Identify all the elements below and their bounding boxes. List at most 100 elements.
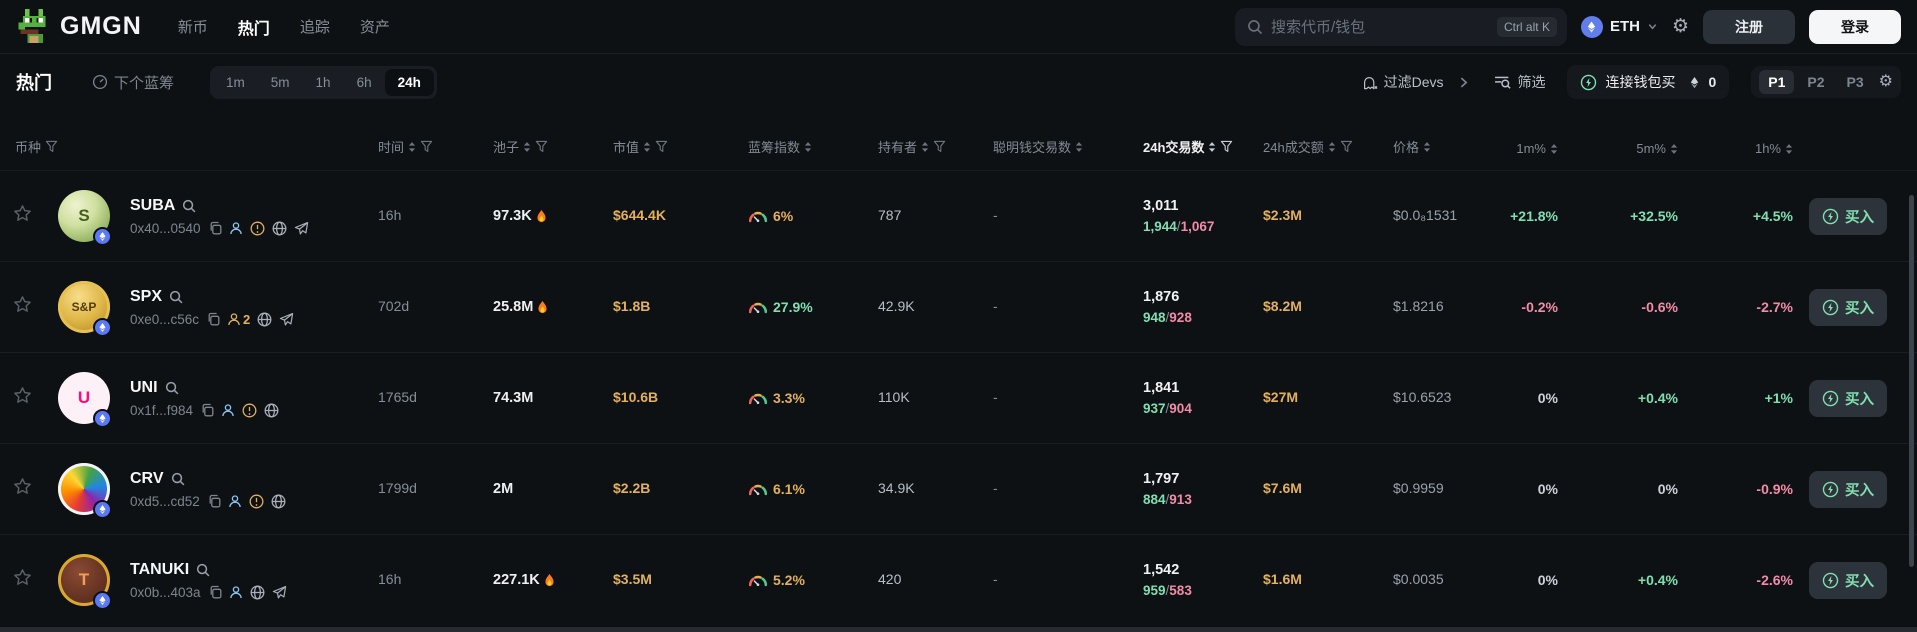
preset-p1[interactable]: P1 [1759,70,1795,94]
preset-p3[interactable]: P3 [1838,70,1873,94]
login-button[interactable]: 登录 [1809,9,1901,44]
sort-icon[interactable] [921,141,929,153]
col-header-h1[interactable]: 1h% [1680,141,1795,156]
buy-button[interactable]: 买入 [1809,561,1887,599]
flame-icon[interactable] [536,300,549,315]
connect-wallet-button[interactable]: 连接钱包买 0 [1567,65,1730,99]
col-header-age[interactable]: 时间 [370,137,485,156]
buy-button[interactable]: 买入 [1809,379,1887,417]
sort-icon[interactable] [1423,141,1431,153]
funnel-icon[interactable] [535,140,548,153]
lightning-icon[interactable] [1822,299,1839,316]
flame-icon[interactable] [535,209,548,224]
lightning-icon[interactable] [1822,481,1839,498]
lightning-icon[interactable] [1822,390,1839,407]
person-icon[interactable] [228,494,242,508]
col-header-smart[interactable]: 聪明钱交易数 [985,137,1135,156]
filter-button[interactable]: 筛选 [1494,72,1545,92]
lightning-icon[interactable] [1822,208,1839,225]
globe-icon[interactable] [272,221,287,236]
token-search-icon[interactable] [165,381,179,395]
sort-icon[interactable] [804,141,812,153]
globe-icon[interactable] [271,494,286,509]
funnel-icon[interactable] [655,140,668,153]
tab-hot[interactable]: 热门 [16,69,52,95]
funnel-icon[interactable] [1220,140,1233,153]
col-header-m5[interactable]: 5m% [1560,141,1680,156]
tab-next-bluechip[interactable]: 下个蓝筹 [92,72,174,93]
register-button[interactable]: 注册 [1703,9,1795,44]
horizontal-scrollbar[interactable] [0,627,1917,632]
vertical-scrollbar[interactable] [1909,195,1914,567]
gauge-icon[interactable] [748,300,768,314]
person-icon[interactable]: 2 [227,312,250,327]
col-header-m1[interactable]: 1m% [1495,141,1560,156]
gauge-icon[interactable] [748,209,768,223]
gauge-icon[interactable] [748,573,768,587]
telegram-icon[interactable] [279,312,294,327]
buy-button[interactable]: 买入 [1809,470,1887,508]
search-input[interactable]: 搜索代币/钱包 Ctrl alt K [1234,7,1567,46]
time-filter-1m[interactable]: 1m [213,69,258,96]
sort-icon[interactable] [1785,143,1793,155]
chevron-right-icon[interactable] [1457,76,1470,89]
token-search-icon[interactable] [171,472,185,486]
funnel-icon[interactable] [45,140,58,153]
nav-item-hot[interactable]: 热门 [238,15,270,39]
col-header-tx24[interactable]: 24h交易数 [1135,137,1255,156]
sort-icon[interactable] [523,141,531,153]
table-row[interactable]: CRV 0xd5...cd52 1799d 2M $2.2B 6.1% 34.9K - 1,79… [0,443,1917,534]
table-row[interactable]: T TANUKI 0x0b...403a 16h 227.1K $3.5M 5.2% 420 -… [0,534,1917,625]
warning-icon[interactable] [249,494,264,509]
copy-icon[interactable] [208,585,222,599]
funnel-icon[interactable] [420,140,433,153]
time-filter-24h[interactable]: 24h [384,68,434,96]
warning-icon[interactable] [250,221,265,236]
sort-icon[interactable] [1670,143,1678,155]
sort-icon[interactable] [1328,141,1336,153]
nav-item-assets[interactable]: 资产 [360,16,390,37]
table-row[interactable]: S&P SPX 0xe0...c56c 2 702d 25.8M $1.8B 27.9% 42.… [0,261,1917,352]
person-icon[interactable] [221,403,235,417]
col-header-price[interactable]: 价格 [1385,137,1495,156]
favorite-star-icon[interactable] [13,204,32,223]
preset-settings-icon[interactable]: ⚙ [1879,74,1893,90]
time-filter-5m[interactable]: 5m [258,69,303,96]
globe-icon[interactable] [257,312,272,327]
copy-icon[interactable] [200,403,214,417]
sort-icon[interactable] [1208,141,1216,153]
buy-button[interactable]: 买入 [1809,288,1887,326]
favorite-star-icon[interactable] [13,568,32,587]
warning-icon[interactable] [242,403,257,418]
lightning-icon[interactable] [1822,572,1839,589]
favorite-star-icon[interactable] [13,477,32,496]
gauge-icon[interactable] [748,482,768,496]
filter-devs-button[interactable]: 过滤Devs [1362,72,1443,92]
sort-icon[interactable] [1075,141,1083,153]
funnel-icon[interactable] [933,140,946,153]
copy-icon[interactable] [207,494,221,508]
sort-icon[interactable] [1550,143,1558,155]
copy-icon[interactable] [208,221,222,235]
table-row[interactable]: U UNI 0x1f...f984 1765d 74.3M $10.6B 3.3% 110K -… [0,352,1917,443]
chain-selector[interactable]: ETH [1580,15,1658,38]
sort-icon[interactable] [643,141,651,153]
token-search-icon[interactable] [182,199,196,213]
col-header-bluechip[interactable]: 蓝筹指数 [740,137,870,156]
globe-icon[interactable] [264,403,279,418]
favorite-star-icon[interactable] [13,386,32,405]
col-header-coin[interactable]: 币种 [0,137,370,156]
telegram-icon[interactable] [272,585,287,600]
funnel-icon[interactable] [1340,140,1353,153]
globe-icon[interactable] [250,585,265,600]
favorite-star-icon[interactable] [13,295,32,314]
sort-icon[interactable] [408,141,416,153]
token-search-icon[interactable] [196,563,210,577]
preset-p2[interactable]: P2 [1798,70,1833,94]
col-header-mcap[interactable]: 市值 [605,137,740,156]
person-icon[interactable] [229,221,243,235]
flame-icon[interactable] [543,573,556,588]
copy-icon[interactable] [206,312,220,326]
nav-item-new[interactable]: 新币 [178,16,208,37]
person-icon[interactable] [229,585,243,599]
